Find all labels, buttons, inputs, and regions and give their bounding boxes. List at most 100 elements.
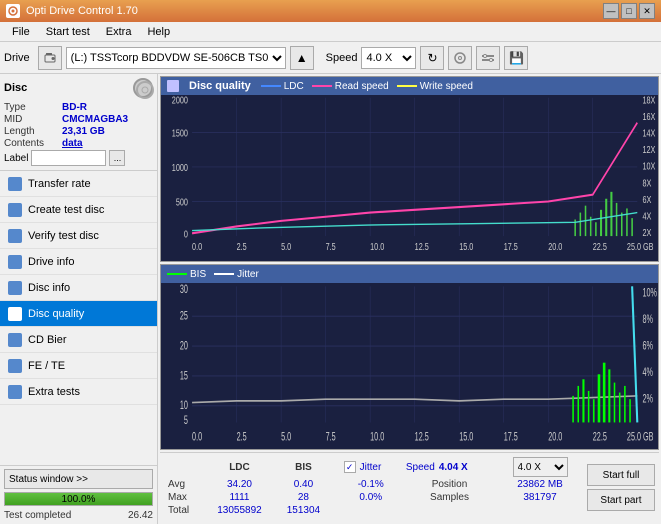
start-part-button[interactable]: Start part	[587, 489, 655, 511]
fe-te-icon	[8, 359, 22, 373]
eject-icon-btn[interactable]: ▲	[290, 46, 314, 70]
refresh-icon-btn[interactable]: ↻	[420, 46, 444, 70]
disc-graphic	[133, 78, 153, 98]
sidebar-item-drive-info[interactable]: Drive info	[0, 249, 157, 275]
samples-label: Samples	[402, 491, 497, 504]
progress-bar: 100.0%	[4, 492, 153, 506]
toolbar: Drive (L:) TSSTcorp BDDVDW SE-506CB TS02…	[0, 42, 661, 74]
max-bis: 28	[275, 491, 331, 504]
mid-label: MID	[4, 114, 62, 125]
nav-label-disc-quality: Disc quality	[28, 308, 84, 320]
save-icon-btn[interactable]: 💾	[504, 46, 528, 70]
contents-label: Contents	[4, 138, 62, 149]
transfer-rate-icon	[8, 177, 22, 191]
status-window-button[interactable]: Status window >>	[4, 469, 153, 489]
nav-label-disc-info: Disc info	[28, 282, 70, 294]
chart-bottom: BIS Jitter	[160, 264, 659, 450]
sidebar-item-extra-tests[interactable]: Extra tests	[0, 379, 157, 405]
chart-bottom-body: 30 25 20 15 10 5 10% 8% 6% 4% 2% 0.0 2.5…	[161, 283, 658, 449]
label-field-label: Label	[4, 153, 28, 164]
speed-value: 4.04 X	[439, 462, 468, 473]
sidebar-item-disc-quality[interactable]: Disc quality	[0, 301, 157, 327]
chart-top-svg: 2000 1500 1000 500 0 18X 16X 14X 12X 10X…	[161, 95, 658, 261]
svg-text:2.5: 2.5	[237, 241, 247, 252]
sidebar-item-verify-test-disc[interactable]: Verify test disc	[0, 223, 157, 249]
drive-icon-btn[interactable]	[38, 46, 62, 70]
sidebar-item-cd-bier[interactable]: CD Bier	[0, 327, 157, 353]
svg-text:2X: 2X	[642, 227, 651, 238]
svg-text:25.0 GB: 25.0 GB	[627, 431, 654, 444]
svg-text:0.0: 0.0	[192, 241, 202, 252]
cd-bier-icon	[8, 333, 22, 347]
svg-text:7.5: 7.5	[326, 241, 336, 252]
action-buttons: Start full Start part	[587, 456, 655, 519]
svg-text:12.5: 12.5	[415, 431, 429, 444]
disc-icon-btn[interactable]	[448, 46, 472, 70]
position-value: 23862 MB	[497, 478, 583, 491]
chart-area: Disc quality LDC Read speed Write speed	[158, 74, 661, 524]
chart-top-body: 2000 1500 1000 500 0 18X 16X 14X 12X 10X…	[161, 95, 658, 261]
svg-text:6X: 6X	[642, 194, 651, 205]
length-value: 23,31 GB	[62, 126, 105, 137]
svg-text:14X: 14X	[642, 127, 655, 138]
menu-extra[interactable]: Extra	[98, 24, 140, 40]
minimize-button[interactable]: —	[603, 3, 619, 19]
speed-select[interactable]: 4.0 X	[361, 47, 416, 69]
menu-file[interactable]: File	[4, 24, 38, 40]
svg-text:15.0: 15.0	[459, 241, 473, 252]
svg-text:0: 0	[184, 228, 188, 239]
start-full-button[interactable]: Start full	[587, 464, 655, 486]
menu-help[interactable]: Help	[139, 24, 178, 40]
chart-top-header: Disc quality LDC Read speed Write speed	[161, 77, 658, 95]
maximize-button[interactable]: □	[621, 3, 637, 19]
sidebar-item-disc-info[interactable]: Disc info	[0, 275, 157, 301]
status-time-value: 26.42	[128, 510, 153, 521]
label-input[interactable]	[31, 150, 106, 166]
max-row-label: Max	[164, 491, 204, 504]
menu-start-test[interactable]: Start test	[38, 24, 98, 40]
speed-label: Speed	[326, 52, 358, 64]
nav-label-transfer-rate: Transfer rate	[28, 178, 91, 190]
svg-text:500: 500	[176, 197, 188, 208]
chart-bottom-svg: 30 25 20 15 10 5 10% 8% 6% 4% 2% 0.0 2.5…	[161, 283, 658, 449]
svg-text:15.0: 15.0	[459, 431, 473, 444]
sidebar-item-fe-te[interactable]: FE / TE	[0, 353, 157, 379]
close-button[interactable]: ✕	[639, 3, 655, 19]
svg-text:5.0: 5.0	[281, 241, 291, 252]
sidebar-item-transfer-rate[interactable]: Transfer rate	[0, 171, 157, 197]
svg-text:8%: 8%	[642, 313, 653, 326]
total-row-label: Total	[164, 504, 204, 517]
svg-text:25: 25	[180, 310, 188, 323]
speed-combo[interactable]: 4.0 X	[513, 457, 568, 477]
disc-quality-icon	[8, 307, 22, 321]
drive-select[interactable]: (L:) TSSTcorp BDDVDW SE-506CB TS02	[66, 47, 286, 69]
contents-value[interactable]: data	[62, 138, 83, 149]
create-test-disc-icon	[8, 203, 22, 217]
main-content: Disc Type BD-R MID CMCMAGBA3 Length 23,3…	[0, 74, 661, 524]
sidebar-item-create-test-disc[interactable]: Create test disc	[0, 197, 157, 223]
svg-text:1500: 1500	[172, 127, 188, 138]
bis-legend-color	[167, 273, 187, 275]
svg-text:0.0: 0.0	[192, 431, 202, 444]
svg-text:12.5: 12.5	[415, 241, 429, 252]
svg-text:22.5: 22.5	[593, 241, 607, 252]
drive-label: Drive	[4, 52, 30, 64]
chart-top-legend: LDC Read speed Write speed	[261, 81, 473, 92]
jitter-label: Jitter	[360, 462, 382, 473]
jitter-checkbox[interactable]: ✓	[344, 461, 356, 473]
svg-text:10.0: 10.0	[370, 241, 384, 252]
disc-info-icon	[8, 281, 22, 295]
chart-top: Disc quality LDC Read speed Write speed	[160, 76, 659, 262]
settings-icon-btn[interactable]	[476, 46, 500, 70]
status-section: Status window >> 100.0% Test completed 2…	[0, 465, 157, 524]
chart-top-title: Disc quality	[189, 80, 251, 92]
svg-text:22.5: 22.5	[593, 431, 607, 444]
label-browse-btn[interactable]: ...	[109, 150, 125, 166]
avg-bis: 0.40	[275, 478, 331, 491]
svg-text:17.5: 17.5	[504, 241, 518, 252]
svg-text:10%: 10%	[642, 287, 657, 300]
svg-text:16X: 16X	[642, 111, 655, 122]
stats-area: LDC BIS ✓ Jitter Speed 4.04	[160, 452, 659, 522]
ldc-legend-color	[261, 85, 281, 87]
max-ldc: 1111	[204, 491, 276, 504]
